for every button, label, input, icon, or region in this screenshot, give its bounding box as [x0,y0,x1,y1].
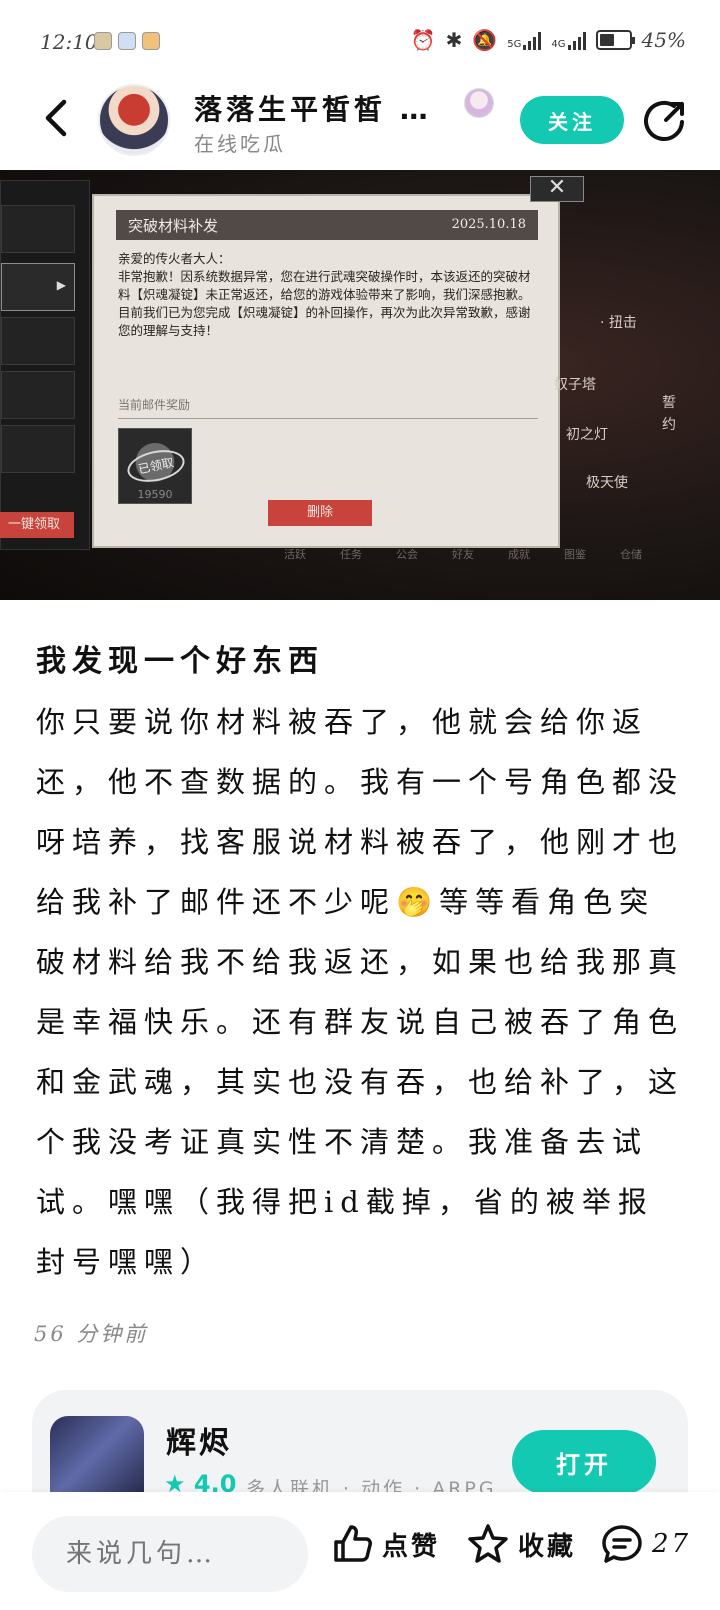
side-label: 极天使 [586,475,628,491]
follow-button[interactable]: 关注 [520,96,624,144]
notification-icons [94,32,160,50]
comment-button[interactable]: 27 [600,1522,691,1566]
game-cover[interactable] [50,1416,144,1500]
reward-item: 已领取 19590 [118,428,192,504]
side-label: · 扭击 [600,315,637,331]
author-badge-icon [464,88,494,118]
close-icon: ✕ [530,176,584,202]
signal-5g-icon: 5G [507,30,542,50]
favorite-button[interactable]: 收藏 [466,1522,576,1566]
comment-input[interactable] [32,1516,308,1592]
mail-slot[interactable] [1,205,75,253]
post-image[interactable]: 一键领取 ✕ 突破材料补发 2025.10.18 亲爱的传火者大人： 非常抱歉！… [0,170,720,600]
system-icons: ⏰ ✱ 🔕 5G 4G 45% [411,28,686,52]
mail-date: 2025.10.18 [451,217,526,232]
delete-button: 删除 [268,500,372,526]
side-label: 誓约 [662,395,676,433]
comment-count: 27 [652,1529,692,1559]
reward-label: 当前邮件奖励 [118,398,191,412]
author-avatar[interactable] [98,84,170,156]
thumbs-up-icon [334,1525,372,1562]
divider [118,418,538,419]
clock: 12:10 [40,30,98,54]
alarm-icon: ⏰ [410,28,436,52]
mail-slot[interactable] [1,317,75,365]
bluetooth-icon: ✱ [445,28,463,52]
nav-label: 成就 [508,548,530,561]
nav-label: 活跃 [284,548,306,561]
mail-dialog: ✕ 突破材料补发 2025.10.18 亲爱的传火者大人： 非常抱歉！因系统数据… [92,176,584,548]
like-button[interactable]: 点赞 [330,1522,440,1566]
bottom-action-bar: 点赞 收藏 27 [0,1492,720,1610]
mail-paragraph-1: 非常抱歉！因系统数据异常，您在进行武魂突破操作时，本该返还的突破材料【炽魂凝锭】… [118,269,531,302]
game-name[interactable]: 辉烬 [166,1418,232,1462]
side-label: 初之灯 [566,427,608,443]
nav-label: 图鉴 [564,548,586,561]
mail-title: 突破材料补发 [128,217,219,235]
nav-label: 好友 [452,548,474,561]
mail-greeting: 亲爱的传火者大人： [118,251,231,266]
status-bar: 12:10 ⏰ ✱ 🔕 5G 4G 45% [0,0,720,80]
favorite-label: 收藏 [518,1531,577,1562]
game-bottom-nav: 活跃 任务 公会 好友 成就 图鉴 仓储 [284,546,642,562]
open-game-button[interactable]: 打开 [512,1430,656,1494]
post-title: 我发现一个好东西 [36,644,324,679]
battery-icon [595,30,635,50]
chat-notification-icon [118,32,136,50]
comment-bubble-icon [602,1525,642,1563]
battery-percent: 45% [641,28,686,52]
mute-icon: 🔕 [472,28,498,52]
claimed-stamp: 已领取 [124,445,188,487]
app-notification-icon [94,32,112,50]
game-notification-icon [142,32,160,50]
mail-slot-selected[interactable] [1,263,75,311]
mail-body: 亲爱的传火者大人： 非常抱歉！因系统数据异常，您在进行武魂突破操作时，本该返还的… [118,250,542,340]
nav-label: 任务 [340,548,362,561]
share-icon[interactable] [644,98,688,142]
author-name[interactable]: 落落生平皙皙 … [194,88,434,128]
claim-all-button: 一键领取 [0,512,74,538]
like-label: 点赞 [382,1531,441,1562]
post-timestamp: 56 分钟前 [34,1322,149,1346]
nav-label: 仓储 [620,548,642,561]
star-outline-icon [468,1524,508,1563]
author-subtitle: 在线吃瓜 [194,132,286,156]
nav-label: 公会 [396,548,418,561]
side-label: 奴子塔 [554,377,596,393]
item-number: 19590 [137,488,173,501]
game-card[interactable]: 辉烬 ★ 4.0 多人联机 · 动作 · ARPG 打开 [32,1390,688,1500]
back-arrow-icon[interactable] [36,96,76,140]
mail-slot[interactable] [1,425,75,473]
mail-list-panel [0,180,90,550]
mail-title-bar: 突破材料补发 2025.10.18 [116,210,538,240]
signal-4g-icon: 4G [551,30,586,50]
post-body: 你只要说你材料被吞了，他就会给你返还，他不查数据的。我有一个号角色都没呀培养，找… [36,705,685,1279]
post-header: 落落生平皙皙 … 在线吃瓜 关注 [0,80,720,170]
mail-slot[interactable] [1,371,75,419]
mail-paragraph-2: 目前我们已为您完成【炽魂凝锭】的补回操作，再次为此次异常致歉，感谢您的理解与支持… [118,305,531,338]
